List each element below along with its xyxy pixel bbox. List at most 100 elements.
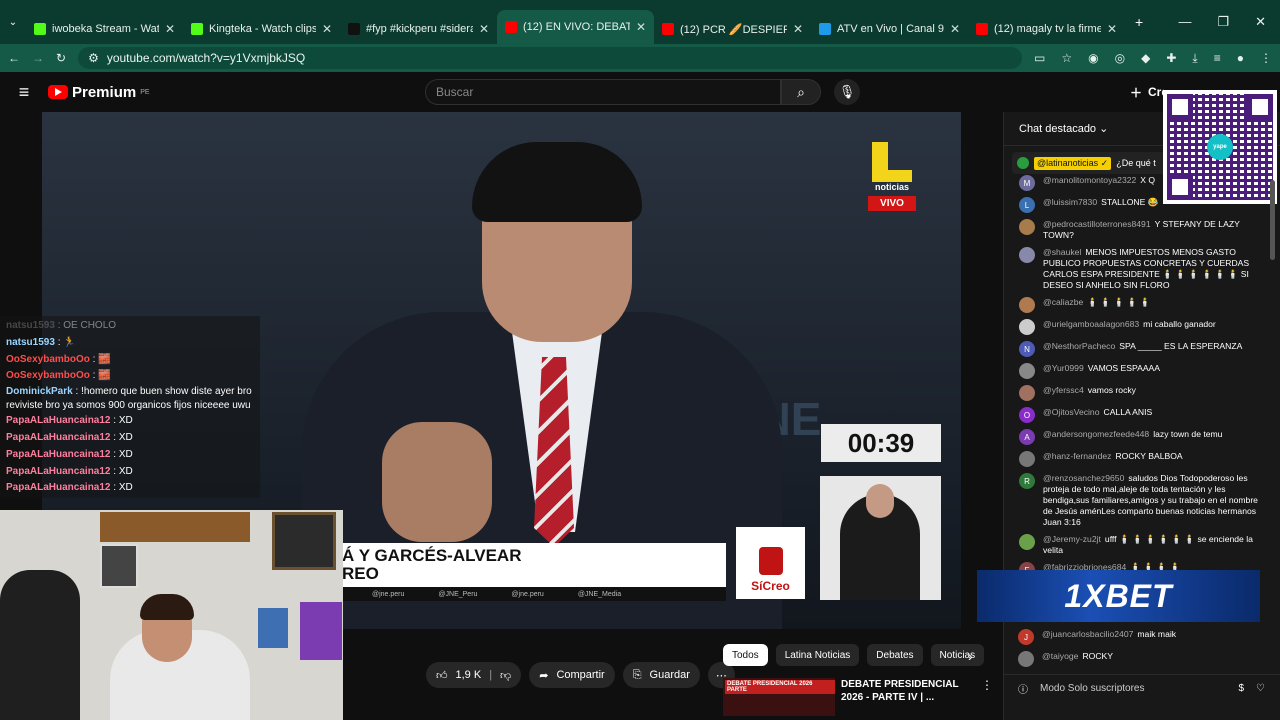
browser-tab[interactable]: (12) PCR 🥖DESPIERTA PERU ✕ — [654, 14, 811, 44]
avatar[interactable] — [1019, 451, 1035, 467]
tab-close-icon[interactable]: ✕ — [636, 20, 646, 34]
download-icon[interactable]: ⤓ — [1192, 51, 1197, 66]
tab-close-icon[interactable]: ✕ — [793, 22, 803, 36]
streamer-webcam — [0, 510, 343, 720]
extension-icon[interactable]: ◎ — [1115, 51, 1125, 66]
more-options-icon[interactable]: ⋮ — [981, 678, 993, 716]
tab-title: (12) EN VIVO: DEBATE PRES — [523, 21, 630, 33]
chat-text: 🕯️ 🕯️ 🕯️ 🕯️ 🕯️ — [1087, 297, 1151, 307]
thumbs-down-icon[interactable]: 👎︎ — [500, 669, 511, 682]
voice-search-button[interactable]: 🎙 — [834, 79, 860, 105]
browser-tab[interactable]: Kingteka - Watch clips on Kick ✕ — [183, 14, 340, 44]
profile-avatar[interactable]: ● — [1237, 51, 1244, 66]
maximize-icon[interactable]: ❐ — [1217, 14, 1229, 30]
chat-message[interactable]: J @juancarlosbacilio2407 maik maik — [1003, 626, 1273, 648]
chat-scrollbar[interactable] — [1270, 150, 1275, 670]
puzzle-icon[interactable]: ✚ — [1166, 51, 1176, 66]
tab-search-dropdown[interactable]: ⌄ — [0, 17, 26, 28]
avatar[interactable] — [1019, 219, 1035, 235]
like-button[interactable]: 👍︎ 1,9 K | 👎︎ — [426, 662, 522, 688]
create-button[interactable]: ＋Crear — [1130, 84, 1164, 101]
youtube-premium-logo[interactable]: Premium PE — [48, 84, 150, 101]
chat-message[interactable]: @taiyoge ROCKY — [1003, 648, 1273, 670]
pinned-message[interactable]: @latinanoticias ✓ ¿De qué t — [1012, 152, 1180, 174]
recommended-video[interactable]: DEBATE PRESIDENCIAL 2026 PARTE DEBATE PR… — [723, 678, 993, 716]
stream-chat-line: natsu1593 : OE CHOLO — [6, 318, 254, 335]
chat-message[interactable]: @Yur0999 VAMOS ESPAAAA — [1004, 360, 1274, 382]
tab-close-icon[interactable]: ✕ — [950, 22, 960, 36]
hamburger-menu-icon[interactable]: ≡ — [0, 82, 48, 103]
chat-message[interactable]: @shaukel MENOS IMPUESTOS MENOS GASTO PUBL… — [1004, 244, 1274, 294]
new-tab-button[interactable]: + — [1125, 14, 1153, 30]
back-icon[interactable]: ← — [8, 51, 20, 65]
save-button[interactable]: ⎘ Guardar — [622, 662, 700, 688]
tab-favicon-icon — [505, 21, 517, 33]
url-field[interactable]: ⚙ youtube.com/watch?v=y1VxmjbkJSQ — [78, 47, 1023, 69]
avatar[interactable]: N — [1019, 341, 1035, 357]
extension-icon[interactable]: ◉ — [1088, 51, 1098, 66]
avatar[interactable]: M — [1019, 175, 1035, 191]
heart-icon[interactable]: ♡ — [1256, 683, 1265, 694]
chat-message[interactable]: A @andersongomezfeede448 lazy town de temu — [1004, 426, 1274, 448]
browser-tab-bar: ⌄ iwobeka Stream - Watch Live o✕Kingteka… — [0, 0, 1280, 44]
chevron-right-icon[interactable]: › — [968, 648, 973, 664]
chat-message[interactable]: @caliazbe 🕯️ 🕯️ 🕯️ 🕯️ 🕯️ — [1004, 294, 1274, 316]
avatar[interactable] — [1019, 385, 1035, 401]
browser-tab[interactable]: ATV en Vivo | Canal 9 - Disfruta ✕ — [811, 14, 968, 44]
menu-icon[interactable]: ⋮ — [1260, 51, 1272, 66]
chat-message[interactable]: R @renzosanchez9650 saludos Dios Todopoder… — [1004, 470, 1274, 531]
chip-latina-noticias[interactable]: Latina Noticias — [775, 644, 860, 666]
info-icon[interactable]: ⓘ — [1018, 681, 1028, 696]
media-icon[interactable]: ≡ — [1214, 51, 1221, 66]
avatar[interactable]: R — [1019, 473, 1035, 489]
cast-icon[interactable]: ▭ — [1034, 51, 1045, 66]
avatar[interactable] — [1019, 534, 1035, 550]
browser-tab[interactable]: #fyp #kickperu #sideral | sidera ✕ — [340, 14, 497, 44]
avatar[interactable] — [1018, 651, 1034, 667]
browser-tab[interactable]: (12) EN VIVO: DEBATE PRES ✕ — [497, 10, 654, 44]
wall-frame — [300, 602, 342, 660]
chip-debates[interactable]: Debates — [867, 644, 923, 666]
search-input[interactable]: Buscar — [425, 79, 781, 105]
browser-tab[interactable]: iwobeka Stream - Watch Live o ✕ — [26, 14, 183, 44]
avatar[interactable] — [1019, 319, 1035, 335]
chat-message-body: @OjitosVecino CALLA ANIS — [1043, 407, 1152, 423]
tab-close-icon[interactable]: ✕ — [1107, 22, 1117, 36]
search-button[interactable]: ⌕ — [781, 79, 821, 105]
chat-message[interactable]: @pedrocastilloterrones8491 Y STEFANY DE L… — [1004, 216, 1274, 244]
avatar[interactable]: L — [1019, 197, 1035, 213]
share-button[interactable]: ➦ Compartir — [529, 662, 615, 688]
lower-third: Á Y GARCÉS-ALVEAR REO — [342, 543, 726, 587]
avatar[interactable]: O — [1019, 407, 1035, 423]
forward-icon[interactable]: → — [32, 51, 44, 65]
video-thumbnail[interactable]: DEBATE PRESIDENCIAL 2026 PARTE — [723, 678, 835, 716]
bookmark-star-icon[interactable]: ☆ — [1061, 51, 1072, 66]
site-info-icon[interactable]: ⚙ — [88, 51, 99, 65]
avatar[interactable] — [1019, 247, 1035, 263]
tab-title: (12) magaly tv la firme en vivo — [994, 23, 1101, 35]
chat-message[interactable]: @yferssc4 vamos rocky — [1004, 382, 1274, 404]
chat-message[interactable]: @hanz-fernandez ROCKY BALBOA — [1004, 448, 1274, 470]
chat-message[interactable]: N @NesthorPacheco SPA _____ ES LA ESPERANZ… — [1004, 338, 1274, 360]
tab-close-icon[interactable]: ✕ — [479, 22, 489, 36]
chat-message[interactable]: O @OjitosVecino CALLA ANIS — [1004, 404, 1274, 426]
chat-message[interactable]: @Jeremy-zu2jt ufff 🕯️ 🕯️ 🕯️ 🕯️ 🕯️ 🕯️ se e… — [1004, 531, 1274, 559]
minimize-icon[interactable]: — — [1178, 14, 1191, 30]
browser-tab[interactable]: (12) magaly tv la firme en vivo ✕ — [968, 14, 1125, 44]
chip-todos[interactable]: Todos — [723, 644, 768, 666]
reload-icon[interactable]: ↻ — [56, 51, 66, 65]
extension-icon[interactable]: ◆ — [1141, 51, 1150, 66]
chip-noticias[interactable]: Noticias — [930, 644, 985, 666]
chat-message[interactable]: @urielgamboaalagon683 mi caballo ganador — [1004, 316, 1274, 338]
tab-favicon-icon — [662, 23, 674, 35]
avatar[interactable]: A — [1019, 429, 1035, 445]
avatar[interactable] — [1019, 363, 1035, 379]
tab-close-icon[interactable]: ✕ — [322, 22, 332, 36]
channel-avatar — [1017, 157, 1029, 169]
avatar[interactable]: J — [1018, 629, 1034, 645]
address-bar: ← → ↻ ⚙ youtube.com/watch?v=y1VxmjbkJSQ … — [0, 44, 1280, 72]
close-window-icon[interactable]: ✕ — [1255, 14, 1266, 30]
avatar[interactable] — [1019, 297, 1035, 313]
super-chat-icon[interactable]: $ — [1238, 683, 1244, 694]
tab-close-icon[interactable]: ✕ — [165, 22, 175, 36]
